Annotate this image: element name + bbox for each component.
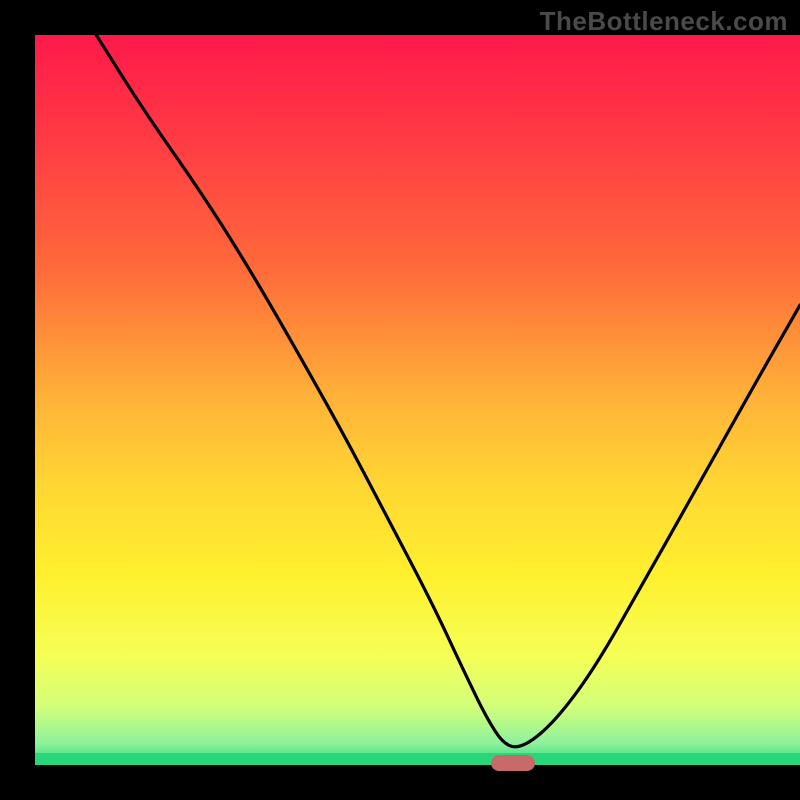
watermark-text: TheBottleneck.com: [540, 6, 788, 37]
plot-area: [35, 35, 800, 765]
chart-frame: TheBottleneck.com: [0, 0, 800, 800]
bottleneck-curve: [35, 35, 800, 765]
optimal-marker: [491, 755, 535, 771]
green-baseline-strip: [35, 753, 800, 765]
